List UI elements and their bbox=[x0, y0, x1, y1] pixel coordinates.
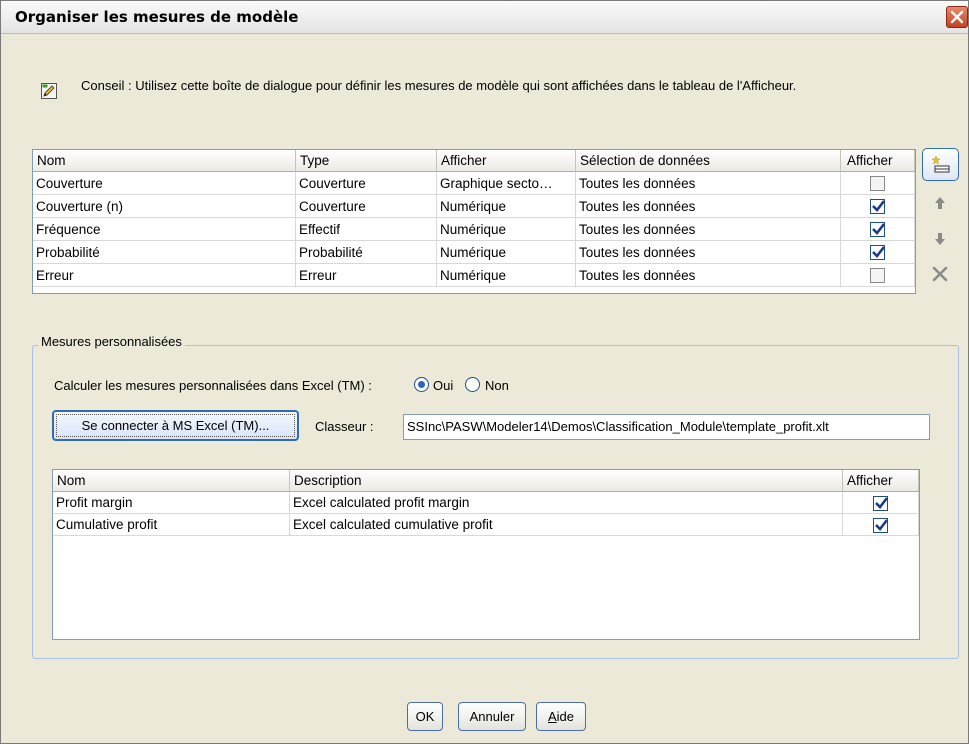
delete-button[interactable] bbox=[922, 258, 959, 291]
cell-type: Couverture bbox=[296, 172, 437, 195]
move-down-button[interactable] bbox=[922, 223, 959, 256]
ok-button[interactable]: OK bbox=[407, 702, 443, 731]
cell-afficher[interactable]: Numérique bbox=[437, 264, 576, 287]
column-header-afficher[interactable]: Afficher bbox=[437, 150, 576, 172]
calc-in-excel-label: Calculer les mesures personnalisées dans… bbox=[54, 378, 372, 393]
cell-description: Excel calculated profit margin bbox=[290, 492, 843, 514]
custom-measures-group-label: Mesures personnalisées bbox=[38, 334, 185, 349]
measures-table[interactable]: Nom Type Afficher Sélection de données A… bbox=[32, 149, 916, 294]
radio-non[interactable] bbox=[465, 377, 480, 392]
tip-pencil-icon bbox=[41, 83, 57, 99]
column-header-nom[interactable]: Nom bbox=[53, 470, 290, 492]
checkmark-icon bbox=[872, 200, 886, 212]
move-up-button[interactable] bbox=[922, 187, 959, 220]
cell-afficher[interactable]: Numérique bbox=[437, 241, 576, 264]
connect-excel-button[interactable]: Se connecter à MS Excel (TM)... bbox=[52, 410, 299, 441]
help-label-rest: ide bbox=[556, 709, 575, 724]
close-icon bbox=[950, 10, 964, 24]
title-bar[interactable]: Organiser les mesures de modèle bbox=[1, 1, 968, 34]
cell-type: Effectif bbox=[296, 218, 437, 241]
help-button-label: Aide bbox=[548, 709, 574, 724]
cell-afficher[interactable]: Graphique secto… bbox=[437, 172, 576, 195]
close-button[interactable] bbox=[946, 6, 968, 28]
cell-selection[interactable]: Toutes les données bbox=[576, 172, 841, 195]
add-measure-button[interactable] bbox=[922, 148, 959, 181]
column-header-description[interactable]: Description bbox=[290, 470, 843, 492]
radio-non-label[interactable]: Non bbox=[485, 378, 509, 393]
column-header-show[interactable]: Afficher bbox=[841, 150, 915, 172]
ok-button-label: OK bbox=[415, 709, 435, 724]
custom-measures-table[interactable]: Nom Description Afficher Profit margin E… bbox=[52, 469, 920, 640]
radio-oui-label[interactable]: Oui bbox=[433, 378, 453, 393]
help-mnemonic: A bbox=[547, 709, 557, 724]
cell-type: Couverture bbox=[296, 195, 437, 218]
show-checkbox[interactable] bbox=[870, 176, 885, 191]
tip-text: Conseil : Utilisez cette boîte de dialog… bbox=[81, 78, 797, 93]
checkmark-icon bbox=[872, 223, 886, 235]
checkmark-icon bbox=[875, 497, 889, 509]
cell-selection[interactable]: Toutes les données bbox=[576, 195, 841, 218]
cell-afficher[interactable]: Numérique bbox=[437, 218, 576, 241]
radio-selected-dot bbox=[418, 381, 425, 388]
delete-icon bbox=[932, 266, 948, 282]
column-header-type[interactable]: Type bbox=[296, 150, 437, 172]
checkmark-icon bbox=[872, 246, 886, 258]
show-checkbox[interactable] bbox=[873, 496, 889, 511]
move-down-icon bbox=[935, 233, 945, 245]
cell-selection[interactable]: Toutes les données bbox=[576, 241, 841, 264]
column-header-show[interactable]: Afficher bbox=[843, 470, 919, 492]
column-header-nom[interactable]: Nom bbox=[33, 150, 296, 172]
cell-selection[interactable]: Toutes les données bbox=[576, 218, 841, 241]
cell-nom: Couverture (n) bbox=[33, 195, 296, 218]
show-checkbox[interactable] bbox=[870, 268, 885, 283]
show-checkbox[interactable] bbox=[870, 199, 886, 214]
radio-oui[interactable] bbox=[414, 377, 429, 392]
show-checkbox[interactable] bbox=[873, 518, 889, 533]
dialog-window: Organiser les mesures de modèle Conseil … bbox=[0, 0, 969, 744]
cell-type: Probabilité bbox=[296, 241, 437, 264]
cell-nom: Profit margin bbox=[53, 492, 290, 514]
cancel-button[interactable]: Annuler bbox=[458, 702, 526, 731]
cancel-button-label: Annuler bbox=[469, 709, 515, 724]
add-measure-icon bbox=[931, 155, 950, 173]
cell-nom: Fréquence bbox=[33, 218, 296, 241]
help-button[interactable]: Aide bbox=[536, 702, 586, 731]
cell-nom: Cumulative profit bbox=[53, 514, 290, 536]
focus-rect bbox=[56, 414, 295, 437]
window-title: Organiser les mesures de modèle bbox=[15, 8, 299, 26]
cell-nom: Couverture bbox=[33, 172, 296, 195]
cell-afficher[interactable]: Numérique bbox=[437, 195, 576, 218]
show-checkbox[interactable] bbox=[870, 245, 886, 260]
show-checkbox[interactable] bbox=[870, 222, 886, 237]
cell-nom: Probabilité bbox=[33, 241, 296, 264]
cell-selection[interactable]: Toutes les données bbox=[576, 264, 841, 287]
cell-nom: Erreur bbox=[33, 264, 296, 287]
checkmark-icon bbox=[875, 519, 889, 531]
workbook-field[interactable]: SSInc\PASW\Modeler14\Demos\Classificatio… bbox=[403, 414, 930, 440]
cell-description: Excel calculated cumulative profit bbox=[290, 514, 843, 536]
move-up-icon bbox=[935, 197, 945, 209]
cell-type: Erreur bbox=[296, 264, 437, 287]
column-header-selection[interactable]: Sélection de données bbox=[576, 150, 841, 172]
workbook-label: Classeur : bbox=[315, 419, 374, 434]
